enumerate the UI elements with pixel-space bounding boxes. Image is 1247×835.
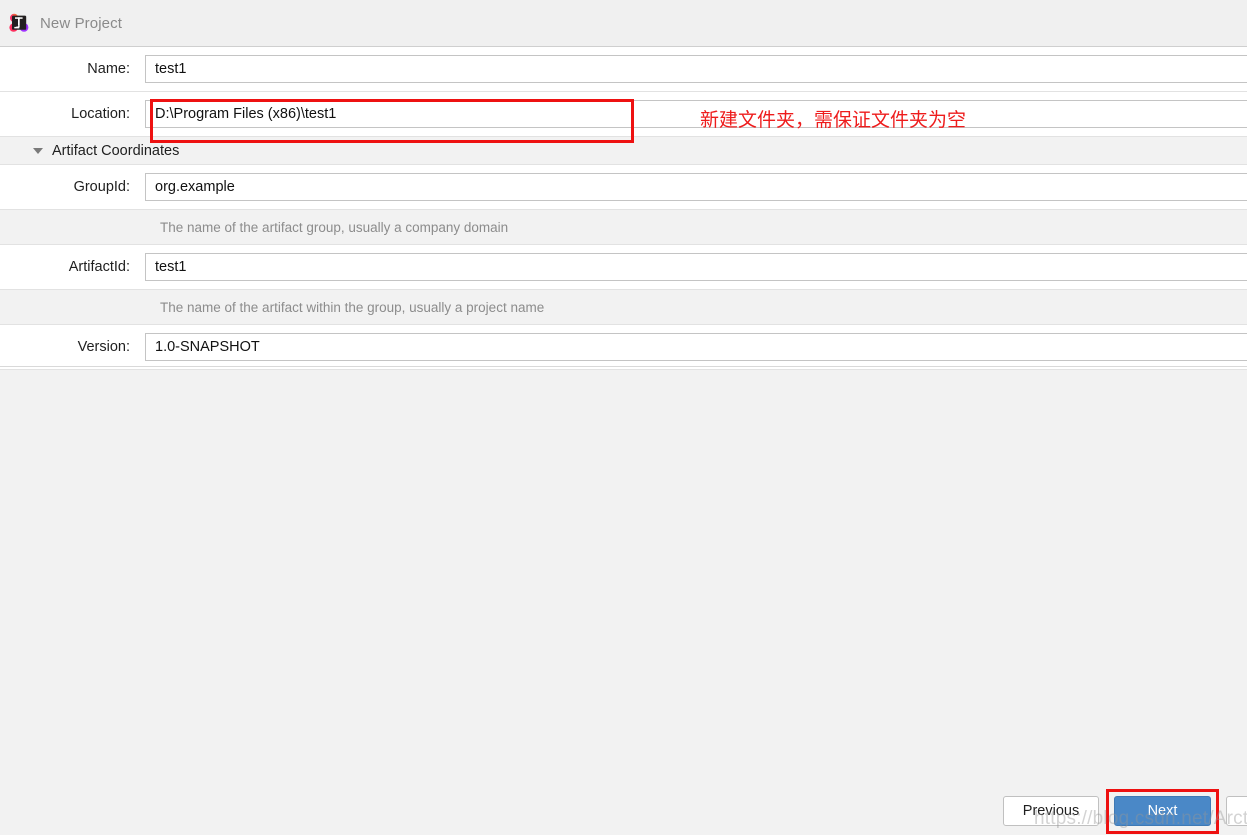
field-row-name: Name: test1 bbox=[0, 47, 1247, 92]
artifact-coordinates-label: Artifact Coordinates bbox=[52, 142, 180, 159]
intellij-idea-logo-icon bbox=[9, 13, 29, 33]
new-project-form: Name: test1 Location: D:\Program Files (… bbox=[0, 47, 1247, 370]
version-input[interactable]: 1.0-SNAPSHOT bbox=[145, 333, 1247, 361]
location-input[interactable]: D:\Program Files (x86)\test1 bbox=[145, 100, 1247, 128]
groupid-label: GroupId: bbox=[73, 179, 130, 195]
dialog-title: New Project bbox=[40, 14, 122, 32]
field-row-artifactid: ArtifactId: test1 bbox=[0, 245, 1247, 290]
hint-row-artifactid: The name of the artifact within the grou… bbox=[0, 290, 1247, 325]
artifactid-label: ArtifactId: bbox=[68, 259, 130, 275]
name-label: Name: bbox=[87, 61, 130, 77]
name-input[interactable]: test1 bbox=[145, 55, 1247, 83]
hint-row-groupid: The name of the artifact group, usually … bbox=[0, 210, 1247, 245]
location-label: Location: bbox=[71, 106, 130, 122]
location-annotation-text: 新建文件夹，需保证文件夹为空 bbox=[700, 109, 967, 131]
field-row-groupid: GroupId: org.example bbox=[0, 165, 1247, 210]
groupid-input[interactable]: org.example bbox=[145, 173, 1247, 201]
dialog-title-bar: New Project bbox=[0, 0, 1247, 47]
artifactid-hint: The name of the artifact within the grou… bbox=[160, 299, 545, 315]
field-row-location: Location: D:\Program Files (x86)\test1 bbox=[0, 92, 1247, 137]
triangle-down-icon[interactable] bbox=[33, 147, 43, 154]
form-bottom-divider bbox=[0, 366, 1247, 367]
field-row-version: Version: 1.0-SNAPSHOT bbox=[0, 325, 1247, 370]
groupid-hint: The name of the artifact group, usually … bbox=[160, 219, 509, 235]
artifactid-input[interactable]: test1 bbox=[145, 253, 1247, 281]
version-label: Version: bbox=[77, 339, 130, 355]
watermark-text: https://blog.csdn.net/Arctic_girl bbox=[1034, 808, 1247, 829]
artifact-coordinates-section-header[interactable]: Artifact Coordinates bbox=[0, 137, 1247, 165]
